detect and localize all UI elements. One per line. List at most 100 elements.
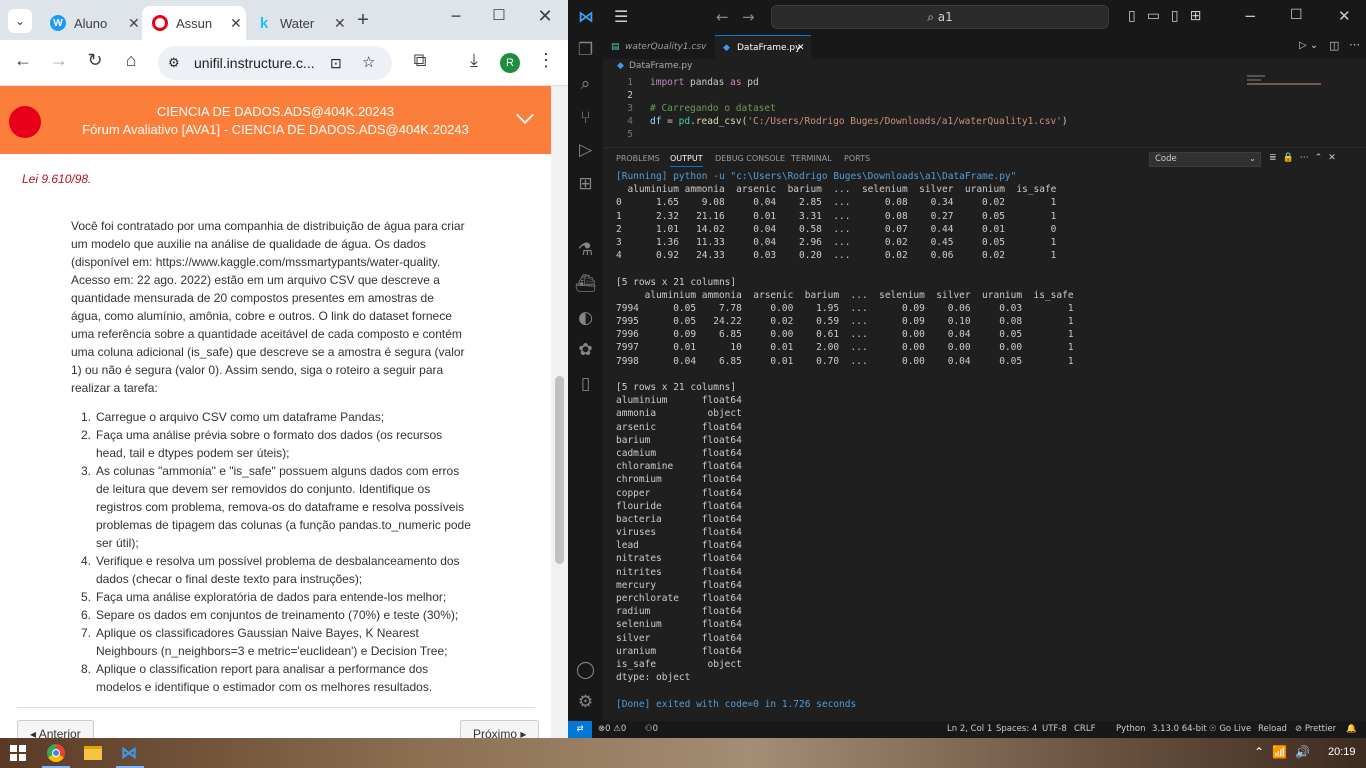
browser-tab[interactable]: k Water ✕ (248, 6, 348, 40)
close-icon[interactable]: ✕ (797, 36, 805, 60)
problems-status[interactable]: ⊗0 ⚠0 (598, 721, 626, 738)
previous-button[interactable]: ◂ Anterior (17, 720, 94, 738)
tab-debug-console[interactable]: DEBUG CONSOLE (715, 154, 785, 163)
search-icon[interactable]: ⌕ (568, 69, 603, 99)
prettier-button[interactable]: ⊘ Prettier (1295, 721, 1336, 738)
bookmark-star-icon[interactable]: ☆ (362, 46, 375, 80)
explorer-icon[interactable]: ❐ (568, 35, 603, 65)
list-item: 3. As colunas "ammonia" e "is_safe" possu… (81, 464, 471, 550)
panel-action-icons[interactable]: ≣🔒⋯⌃✕ (1269, 153, 1342, 163)
docker-icon[interactable]: ⛴ (568, 269, 603, 299)
output-line: chloramine float64 (616, 461, 742, 473)
tab-waterquality-csv[interactable]: ▤ waterQuality1.csv (603, 35, 713, 59)
maximize-icon[interactable]: ☐ (1290, 7, 1303, 23)
source-control-icon[interactable]: ⑂ (568, 103, 603, 133)
page-scrollbar[interactable] (551, 86, 568, 738)
back-icon[interactable]: ← (10, 50, 36, 71)
ports-status[interactable]: ⚇0 (645, 721, 658, 738)
split-editor-icon[interactable]: ◫ (1329, 39, 1339, 52)
output-line: viruses float64 (616, 527, 742, 539)
tray-icons[interactable]: ⌃📶🔊 (1254, 745, 1318, 765)
golive-button[interactable]: ☉ Go Live (1209, 721, 1251, 738)
notifications-icon[interactable]: 🔔 (1346, 721, 1357, 738)
close-icon[interactable]: ✕ (334, 15, 346, 32)
windows-start-icon[interactable] (10, 745, 26, 761)
phone-icon[interactable]: ▯ (568, 369, 603, 399)
forward-icon[interactable]: → (46, 50, 72, 71)
windows-taskbar: ⋈ ⌃📶🔊 20:19 (0, 738, 1366, 768)
account-icon[interactable]: ◯ (568, 655, 603, 685)
avatar[interactable]: R (500, 53, 520, 73)
vscode-taskbar-icon[interactable]: ⋈ (121, 743, 137, 763)
site-info-icon[interactable]: ⚙ (168, 46, 180, 80)
openai-icon[interactable]: ✿ (568, 335, 603, 365)
back-icon[interactable]: ← (716, 8, 729, 26)
extensions-icon[interactable]: ⊞ (568, 169, 603, 199)
cursor-position[interactable]: Ln 2, Col 1 (947, 721, 992, 738)
scrollbar-thumb[interactable] (555, 376, 564, 564)
next-button[interactable]: Próximo ▸ (460, 720, 540, 738)
language-mode[interactable]: Python (1116, 721, 1145, 738)
close-icon[interactable]: ✕ (230, 15, 242, 32)
indentation[interactable]: Spaces: 4 (996, 721, 1037, 738)
menu-icon[interactable]: ☰ (614, 7, 628, 26)
reload-button[interactable]: Reload (1258, 721, 1287, 738)
settings-gear-icon[interactable]: ⚙ (568, 687, 603, 717)
testing-icon[interactable]: ⚗ (568, 235, 603, 265)
clock[interactable]: 20:19 (1328, 746, 1356, 766)
minimize-icon[interactable]: − (1244, 7, 1257, 25)
panel-tabs: PROBLEMS OUTPUT DEBUG CONSOLE TERMINAL P… (603, 148, 1366, 170)
download-icon[interactable]: ⤓ (461, 50, 487, 71)
browser-tab-active[interactable]: Assun ✕ (142, 6, 246, 40)
layout-icons[interactable]: ▯▭▯⊞ (1128, 8, 1212, 24)
assignment-paragraph: Você foi contratado por uma companhia de… (71, 219, 465, 395)
home-icon[interactable]: ⌂ (118, 50, 144, 71)
code-line: 4 df = pd.read_csv('C:/Users/Rodrigo Buge… (627, 116, 1068, 127)
python-file-icon: ◆ (617, 61, 624, 71)
code-line: 3 # Carregando o dataset (627, 103, 776, 114)
chrome-taskbar-icon[interactable] (47, 744, 65, 762)
chrome-menu-icon[interactable]: ⋮ (533, 50, 559, 71)
close-window-icon[interactable]: ✕ (1338, 7, 1351, 25)
browser-tab[interactable]: W Aluno ✕ (40, 6, 140, 40)
address-bar[interactable]: ⚙ unifil.instructure.c... ⊡ ☆ (158, 46, 392, 80)
tab-terminal[interactable]: TERMINAL (791, 154, 832, 163)
close-window-icon[interactable]: ✕ (532, 6, 558, 27)
csv-file-icon: ▤ (611, 42, 620, 52)
run-debug-icon[interactable]: ▷ (568, 135, 603, 165)
extensions-icon[interactable]: ⧉ (407, 50, 433, 71)
minimize-icon[interactable]: − (443, 6, 469, 27)
line-ending[interactable]: CRLF (1074, 721, 1095, 738)
tab-dataframe-py[interactable]: ◆ DataFrame.py ✕ (715, 35, 811, 59)
more-actions-icon[interactable]: ⋯ (1349, 38, 1360, 51)
maximize-icon[interactable]: ☐ (486, 6, 512, 24)
forward-icon[interactable]: → (742, 8, 755, 26)
minimap[interactable] (1247, 74, 1327, 88)
search-icon: ⌕ (927, 10, 938, 24)
breadcrumb[interactable]: ◆ DataFrame.py (603, 59, 1366, 74)
tab-output[interactable]: OUTPUT (670, 154, 703, 167)
tab-ports[interactable]: PORTS (844, 154, 870, 163)
tab-search-icon[interactable]: ⌄ (8, 9, 32, 33)
output-line: 7996 0.09 6.85 0.00 0.61 ... 0.00 0.04 0… (616, 329, 1074, 341)
tab-problems[interactable]: PROBLEMS (616, 154, 660, 163)
python-interpreter[interactable]: 3.13.0 64-bit (1152, 721, 1207, 738)
output-channel-select[interactable]: Code ⌄ (1149, 152, 1261, 167)
code-editor[interactable]: 1 import pandas as pd 2 3 # Carregando o d… (603, 74, 1366, 146)
command-center-search[interactable]: ⌕ a1 (771, 5, 1109, 29)
file-explorer-icon[interactable] (84, 746, 102, 760)
reload-icon[interactable]: ↻ (82, 50, 108, 71)
run-python-icon[interactable]: ▷ ⌄ (1299, 40, 1318, 51)
edge-icon[interactable]: ◐ (568, 303, 603, 333)
law-reference: Lei 9.610/98. (22, 172, 92, 186)
close-icon[interactable]: ✕ (128, 15, 140, 32)
output-line: chromium float64 (616, 474, 742, 486)
encoding[interactable]: UTF-8 (1042, 721, 1067, 738)
chevron-down-icon: ⌄ (1248, 154, 1256, 164)
output-log[interactable]: [Running] python -u "c:\Users\Rodrigo Bu… (616, 170, 1356, 720)
remote-indicator[interactable]: ⇄ (568, 721, 592, 738)
broadcast-icon: ☉ (1209, 724, 1220, 734)
new-tab-icon[interactable]: + (350, 9, 376, 32)
install-app-icon[interactable]: ⊡ (330, 46, 342, 80)
